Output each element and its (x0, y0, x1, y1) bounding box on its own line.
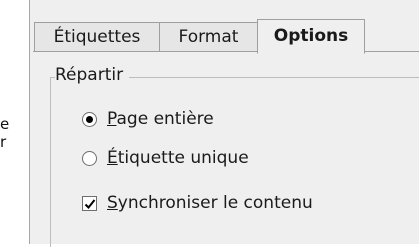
labels-dialog: Étiquettes Format Options Répartir Page … (29, 0, 419, 247)
tab-options[interactable]: Options (257, 19, 365, 54)
radio-label: Étiquette unique (107, 148, 249, 168)
edge-text-fragment: e (0, 116, 10, 132)
checkmark-icon (84, 198, 96, 209)
checkbox-checked[interactable] (82, 195, 97, 211)
tab-bar: Étiquettes Format Options (30, 19, 400, 54)
radio-button-checked[interactable] (82, 111, 97, 127)
tab-etiquettes[interactable]: Étiquettes (34, 22, 160, 51)
radio-page-entiere[interactable]: Page entière (82, 108, 214, 130)
radio-etiquette-unique[interactable]: Étiquette unique (82, 147, 249, 169)
radio-button[interactable] (82, 150, 97, 166)
checkbox-label: Synchroniser le contenu (107, 193, 313, 213)
group-title-repartir: Répartir (55, 65, 130, 85)
checkbox-synchroniser[interactable]: Synchroniser le contenu (82, 192, 313, 214)
edge-text-fragment: r (0, 134, 7, 150)
group-border-left (50, 77, 51, 247)
tab-format[interactable]: Format (159, 22, 258, 51)
radio-label: Page entière (107, 109, 214, 129)
